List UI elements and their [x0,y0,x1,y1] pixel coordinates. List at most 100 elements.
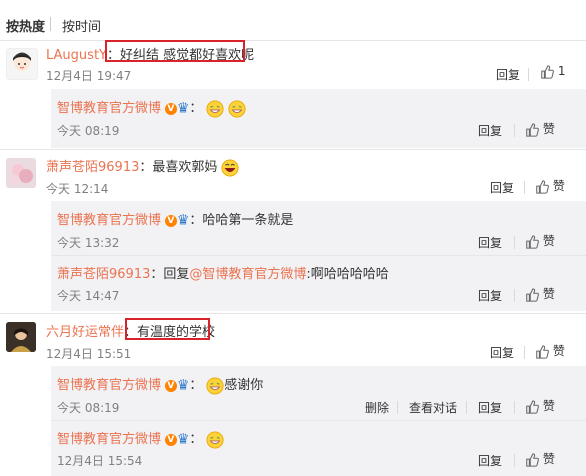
separator: ：回复 [150,267,190,282]
sort-by-time-tab[interactable]: 按时间 [62,16,101,35]
thumbs-up-icon [526,287,539,302]
user-name[interactable]: 智博教育官方微博 [57,101,161,116]
reply-button[interactable]: 回复 [478,399,502,416]
timestamp: 今天 08:19 [57,401,120,415]
action-divider [524,346,525,359]
thumbs-up-icon [526,399,539,414]
like-button[interactable]: 赞 [535,342,565,359]
like-label: 赞 [552,344,565,358]
like-label: 赞 [542,287,555,301]
user-name[interactable]: 智博教育官方微博 [57,213,161,228]
action-divider [514,289,515,302]
reply-button[interactable]: 回复 [478,452,502,469]
avatar[interactable] [6,48,38,80]
grin-emoji-icon [228,99,246,118]
crown-icon: ♛ [176,100,190,117]
crown-icon: ♛ [176,431,190,448]
reply-list: 智博教育官方微博 V ♛： 今天 08:19 回复 赞 [51,89,586,148]
laugh-emoji-icon [221,158,239,177]
timestamp: 今天 08:19 [57,124,120,138]
like-label: 赞 [542,122,555,136]
user-name[interactable]: LAugustY [46,48,107,63]
reply-button[interactable]: 回复 [478,122,502,139]
divider [51,420,586,421]
verified-badge-icon: V [164,102,177,115]
like-count: 1 [557,64,566,78]
grin-emoji-icon [206,99,224,118]
highlight-box [105,40,245,62]
reply-button[interactable]: 回复 [496,66,520,83]
divider [0,149,586,150]
user-name[interactable]: 智博教育官方微博 [57,432,161,447]
comment-header: 萧声苍陌96913：最喜欢郭妈 [46,156,239,177]
action-divider [514,124,515,137]
reply-header: 智博教育官方微博 V ♛： [57,97,246,118]
separator: ： [189,213,203,228]
separator: ： [189,432,203,447]
timestamp: 12月4日 15:51 [46,347,132,361]
like-button[interactable]: 赞 [525,120,555,137]
thumbs-up-icon [526,452,539,467]
mention-link[interactable]: @智博教育官方微博 [189,267,306,282]
comment-text: 最喜欢郭妈 [152,160,218,175]
avatar[interactable] [6,322,36,352]
thumbs-up-icon [541,64,554,79]
separator: ： [189,101,203,116]
timestamp: 今天 14:47 [57,289,120,303]
highlight-box [125,318,210,340]
reply-header: 萧声苍陌96913：回复@智博教育官方微博:啊哈哈哈哈哈 [57,263,389,282]
timestamp: 12月4日 19:47 [46,69,132,83]
action-divider [397,401,398,414]
reply-button[interactable]: 回复 [478,287,502,304]
reply-text: 哈哈第一条就是 [202,213,294,228]
timestamp: 今天 12:14 [46,182,109,196]
view-conversation-button[interactable]: 查看对话 [409,399,457,416]
timestamp: 今天 13:32 [57,236,120,250]
action-divider [466,401,467,414]
verified-badge-icon: V [164,214,177,227]
action-divider [524,181,525,194]
thumbs-up-icon [526,122,539,137]
verified-badge-icon: V [164,433,177,446]
sort-divider [50,17,51,31]
user-name[interactable]: 智博教育官方微博 [57,378,161,393]
divider [51,255,586,256]
thumbs-up-icon [536,344,549,359]
divider [0,313,586,314]
crown-icon: ♛ [176,212,190,229]
action-divider [514,236,515,249]
separator: ： [139,160,153,175]
reply-header: 智博教育官方微博 V ♛： 感谢你 [57,374,263,395]
like-button[interactable]: 赞 [525,285,555,302]
action-divider [514,454,515,467]
like-button[interactable]: 1 [540,64,565,79]
like-button[interactable]: 赞 [525,232,555,249]
user-name[interactable]: 萧声苍陌96913 [57,267,150,282]
reply-list: 智博教育官方微博 V ♛：哈哈第一条就是 今天 13:32 回复 赞 萧声苍陌96… [51,201,586,311]
like-button[interactable]: 赞 [525,397,555,414]
like-button[interactable]: 赞 [535,177,565,194]
grin-emoji-icon [206,430,224,449]
reply-header: 智博教育官方微博 V ♛： [57,428,224,449]
reply-button[interactable]: 回复 [478,234,502,251]
sort-bar: 按热度 按时间 [0,0,586,42]
delete-button[interactable]: 删除 [365,399,389,416]
divider [0,40,586,41]
thumbs-up-icon [526,234,539,249]
grin-emoji-icon [206,376,224,395]
user-name[interactable]: 萧声苍陌96913 [46,160,139,175]
reply-button[interactable]: 回复 [490,179,514,196]
avatar[interactable] [6,158,36,188]
thumbs-up-icon [536,179,549,194]
reply-button[interactable]: 回复 [490,344,514,361]
like-label: 赞 [542,399,555,413]
like-label: 赞 [542,452,555,466]
user-name[interactable]: 六月好运常伴 [46,325,124,340]
verified-badge-icon: V [164,379,177,392]
reply-text: 感谢你 [224,378,264,393]
action-divider [528,68,529,81]
crown-icon: ♛ [176,377,190,394]
like-label: 赞 [552,179,565,193]
like-button[interactable]: 赞 [525,450,555,467]
sort-by-hot-tab[interactable]: 按热度 [6,16,45,35]
